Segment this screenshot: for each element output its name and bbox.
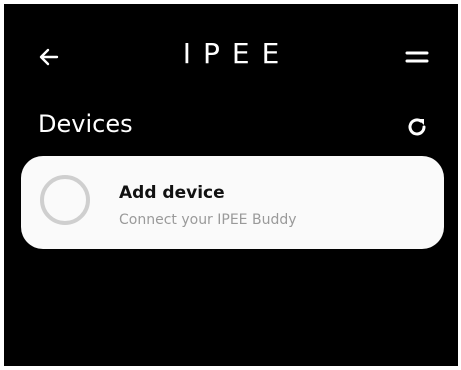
add-device-subtitle: Connect your IPEE Buddy (119, 212, 297, 228)
device-ring-icon (40, 175, 90, 225)
add-device-card[interactable]: Add device Connect your IPEE Buddy (21, 156, 444, 249)
menu-button[interactable] (402, 42, 432, 72)
brand-title: IPEE (182, 37, 292, 70)
devices-heading: Devices (38, 110, 133, 138)
top-bar: IPEE (4, 4, 458, 104)
app-screen: IPEE Devices Add device Connect your IPE… (4, 4, 458, 366)
refresh-icon (408, 118, 426, 136)
equals-menu-icon (405, 51, 429, 63)
refresh-button[interactable] (402, 112, 432, 142)
add-device-title: Add device (119, 183, 225, 203)
